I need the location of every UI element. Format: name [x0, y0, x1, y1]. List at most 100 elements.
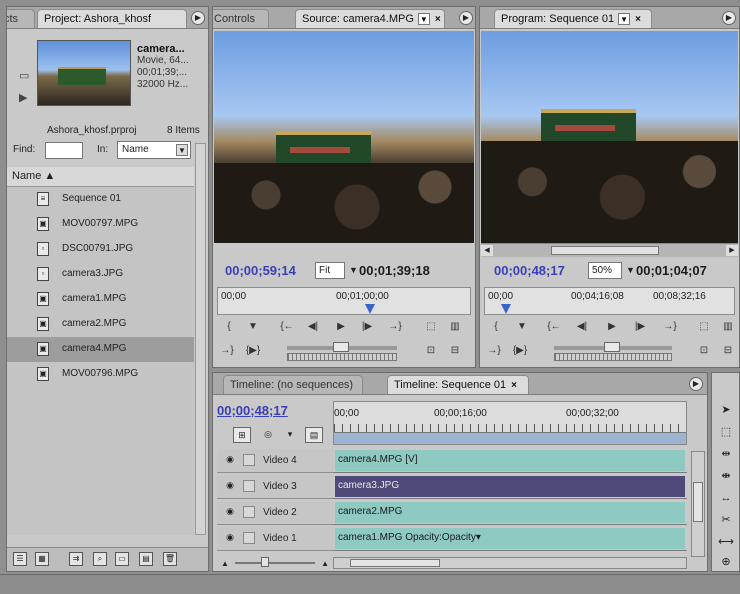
icon-view-icon[interactable]: ▦ [35, 552, 49, 566]
timeline-vertical-scrollbar[interactable] [691, 451, 705, 557]
find-input[interactable] [45, 142, 83, 159]
step-forward-icon[interactable]: |▶ [359, 319, 375, 335]
zoom-view-icon[interactable]: ▤ [305, 427, 323, 443]
program-time-ruler[interactable]: 00;00 00;04;16;08 00;08;32;16 [484, 287, 735, 315]
rolling-edit-tool-icon[interactable]: ⇼ [717, 467, 735, 485]
output-icon[interactable]: ⊟ [720, 343, 736, 359]
scroll-left-icon[interactable]: ◀ [481, 245, 493, 256]
playhead-icon[interactable] [501, 304, 511, 314]
tab-source[interactable]: Source: camera4.MPG ▼ × [295, 9, 445, 28]
project-list-item[interactable]: ▣ camera1.MPG [7, 287, 194, 312]
chevron-down-icon[interactable]: ▼ [417, 13, 430, 26]
lift-icon[interactable]: ⬚ [696, 319, 712, 335]
set-marker-icon[interactable]: ▾ [281, 427, 299, 443]
play-in-out-icon[interactable]: {▶} [245, 343, 261, 359]
new-item-icon[interactable]: ▤ [139, 552, 153, 566]
timeline-time-ruler[interactable]: 00;00 00;00;16;00 00;00;32;00 [333, 401, 687, 445]
output-icon[interactable]: ⊟ [447, 343, 463, 359]
poster-frame-icon[interactable]: ▭ [19, 69, 29, 82]
loop-icon[interactable]: →} [219, 343, 235, 359]
ripple-edit-tool-icon[interactable]: ⇹ [717, 445, 735, 463]
project-list-item[interactable]: ▫ DSC00791.JPG [7, 237, 194, 262]
set-encore-marker-icon[interactable]: ◎ [259, 427, 277, 443]
set-in-icon[interactable]: { [488, 319, 504, 335]
go-to-out-icon[interactable]: →} [662, 319, 678, 335]
automate-to-sequence-icon[interactable]: ⇉ [69, 552, 83, 566]
close-icon[interactable]: × [511, 380, 517, 391]
trash-icon[interactable]: 🗑 [163, 552, 177, 566]
timeline-clip[interactable]: camera4.MPG [V] [335, 450, 685, 471]
panel-menu-button[interactable]: ▶ [722, 11, 736, 25]
go-to-in-icon[interactable]: {← [546, 319, 562, 335]
play-icon[interactable]: ▶ [604, 319, 620, 335]
project-list-item[interactable]: ▣ camera4.MPG [7, 337, 194, 362]
track-header[interactable]: ◉ Video 3 [217, 475, 333, 499]
panel-menu-button[interactable]: ▶ [191, 11, 205, 25]
lock-icon[interactable] [243, 454, 255, 466]
lock-icon[interactable] [243, 480, 255, 492]
snap-icon[interactable]: ⊞ [233, 427, 251, 443]
source-time-ruler[interactable]: 00;00 00;01;00;00 [217, 287, 471, 315]
play-in-out-icon[interactable]: {▶} [512, 343, 528, 359]
chevron-down-icon[interactable]: ▼ [349, 265, 358, 275]
shuttle-slider[interactable] [554, 342, 672, 352]
work-area-bar[interactable] [334, 432, 686, 444]
project-list-item[interactable]: ▣ MOV00797.MPG [7, 212, 194, 237]
go-to-out-icon[interactable]: →} [387, 319, 403, 335]
tab-effects[interactable]: cts [7, 9, 35, 28]
track-header[interactable]: ◉ Video 1 [217, 527, 333, 551]
project-list-item[interactable]: ▫ camera3.JPG [7, 262, 194, 287]
play-preview-icon[interactable]: ▶ [19, 91, 27, 104]
project-list-item[interactable]: ▣ MOV00796.MPG [7, 362, 194, 387]
new-bin-icon[interactable]: ▭ [115, 552, 129, 566]
program-current-timecode[interactable]: 00;00;48;17 [494, 263, 565, 278]
jog-wheel[interactable] [554, 353, 672, 361]
tab-timeline-empty[interactable]: Timeline: (no sequences) [223, 375, 363, 394]
list-view-icon[interactable]: ☰ [13, 552, 27, 566]
rate-stretch-tool-icon[interactable]: ↔ [717, 489, 735, 507]
jog-wheel[interactable] [287, 353, 397, 361]
timeline-clip[interactable]: camera3.JPG [335, 476, 685, 497]
lock-icon[interactable] [243, 506, 255, 518]
timeline-zoom-slider[interactable]: ▲ ▲ [221, 557, 329, 568]
insert-icon[interactable]: ⬚ [423, 319, 439, 335]
tab-effect-controls[interactable]: Controls [213, 9, 269, 28]
step-back-icon[interactable]: ◀| [574, 319, 590, 335]
timeline-clip[interactable]: camera2.MPG [335, 502, 685, 523]
source-fit-select[interactable]: Fit [315, 262, 345, 279]
scroll-right-icon[interactable]: ▶ [726, 245, 738, 256]
eye-icon[interactable]: ◉ [223, 480, 237, 492]
source-current-timecode[interactable]: 00;00;59;14 [225, 263, 296, 278]
scroll-knob[interactable] [551, 246, 659, 255]
lock-icon[interactable] [243, 532, 255, 544]
panel-menu-button[interactable]: ▶ [689, 377, 703, 391]
program-zoom-select[interactable]: 50% [588, 262, 622, 279]
timeline-horizontal-scrollbar[interactable] [333, 557, 687, 569]
project-list-item[interactable]: ▣ camera2.MPG [7, 312, 194, 337]
find-icon[interactable]: ⌕ [93, 552, 107, 566]
tab-program[interactable]: Program: Sequence 01 ▼ × [494, 9, 652, 28]
selection-tool-icon[interactable]: ➤ [717, 401, 735, 419]
go-to-in-icon[interactable]: {← [279, 319, 295, 335]
track-header[interactable]: ◉ Video 4 [217, 449, 333, 473]
loop-icon[interactable]: →} [486, 343, 502, 359]
extract-icon[interactable]: ▥ [720, 319, 736, 335]
program-horizontal-scrollbar[interactable]: ◀ ▶ [481, 243, 738, 257]
chevron-down-icon[interactable]: ▼ [626, 265, 635, 275]
set-in-icon[interactable]: { [221, 319, 237, 335]
trim-icon[interactable]: ⊡ [696, 343, 712, 359]
tab-project[interactable]: Project: Ashora_khosf [37, 9, 187, 28]
scroll-knob[interactable] [350, 559, 440, 567]
track-select-tool-icon[interactable]: ⬚ [717, 423, 735, 441]
column-header-name[interactable]: Name ▲ [7, 167, 194, 187]
timeline-current-timecode[interactable]: 00;00;48;17 [217, 403, 288, 418]
close-icon[interactable]: × [635, 14, 641, 25]
step-forward-icon[interactable]: |▶ [632, 319, 648, 335]
slide-tool-icon[interactable]: ⊕ [717, 553, 735, 571]
in-select[interactable]: Name ▼ [117, 141, 191, 159]
playhead-icon[interactable] [365, 304, 375, 314]
set-marker-icon[interactable]: ▼ [245, 319, 261, 335]
play-icon[interactable]: ▶ [333, 319, 349, 335]
close-icon[interactable]: × [435, 14, 441, 25]
tab-timeline-sequence[interactable]: Timeline: Sequence 01 × [387, 375, 529, 394]
